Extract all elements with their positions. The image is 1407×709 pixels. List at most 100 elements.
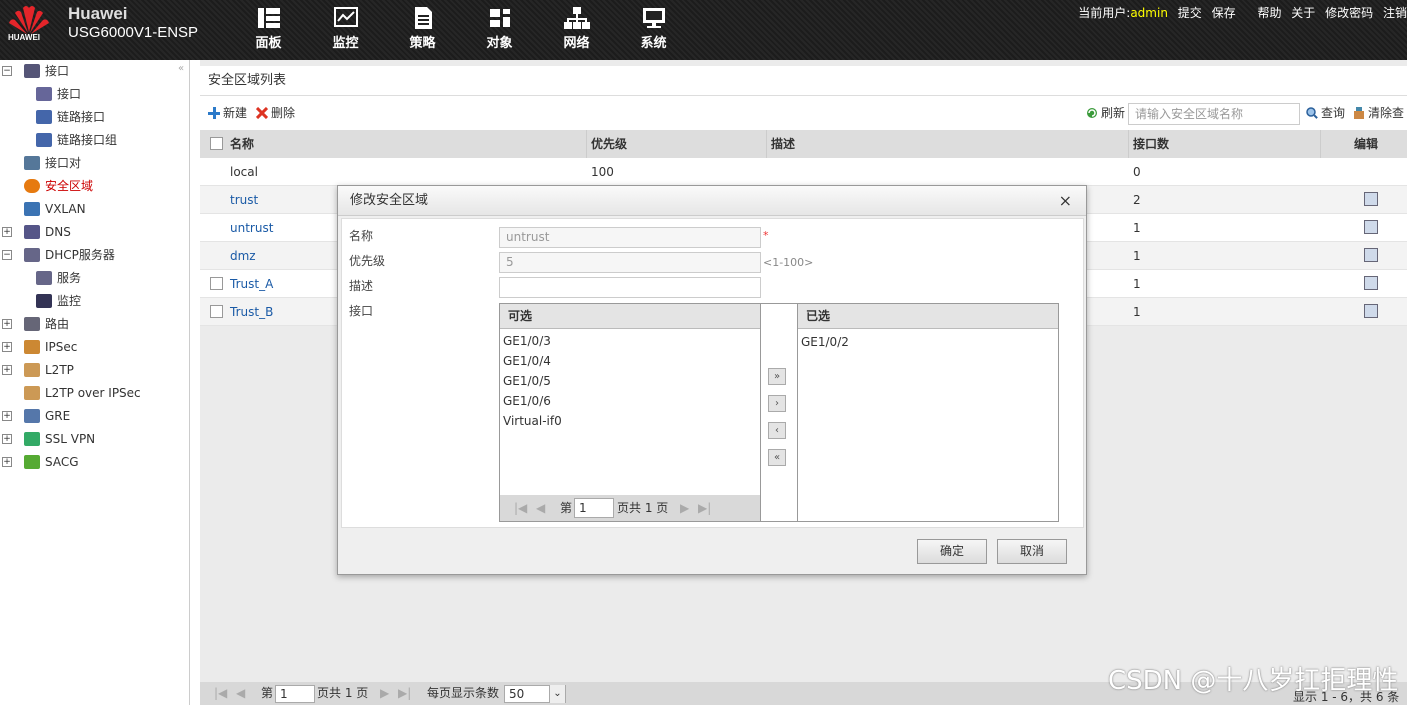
col-priority[interactable]: 优先级 bbox=[586, 130, 627, 158]
sidebar-item[interactable]: 监控 bbox=[0, 290, 190, 313]
expand-icon[interactable]: + bbox=[2, 227, 12, 237]
move-left-button[interactable]: ‹ bbox=[768, 422, 786, 439]
logout-link[interactable]: 注销 bbox=[1383, 6, 1407, 20]
expand-icon[interactable]: + bbox=[2, 319, 12, 329]
delete-button[interactable]: 删除 bbox=[256, 104, 295, 121]
query-button[interactable]: 查询 bbox=[1306, 104, 1345, 121]
page-number-input[interactable]: 1 bbox=[275, 685, 315, 703]
sidebar-item[interactable]: 链路接口 bbox=[0, 106, 190, 129]
sidebar-item[interactable]: + GRE bbox=[0, 405, 190, 428]
sidebar-item-label: GRE bbox=[45, 409, 71, 423]
sidebar-item[interactable]: 接口 bbox=[0, 83, 190, 106]
delete-label: 删除 bbox=[271, 106, 296, 120]
zone-name[interactable]: dmz bbox=[230, 242, 256, 269]
save-link[interactable]: 保存 bbox=[1212, 6, 1236, 20]
zone-name[interactable]: trust bbox=[230, 186, 258, 213]
sidebar-item[interactable]: + 路由 bbox=[0, 313, 190, 336]
zone-name[interactable]: untrust bbox=[230, 214, 273, 241]
table-row[interactable]: local 100 0 bbox=[200, 158, 1407, 186]
last-page-icon[interactable]: ▶| bbox=[698, 495, 711, 521]
sidebar-item[interactable]: 服务 bbox=[0, 267, 190, 290]
page-prefix: 第 bbox=[560, 501, 573, 515]
row-checkbox[interactable] bbox=[210, 305, 223, 318]
col-name[interactable]: 名称 bbox=[230, 130, 254, 158]
sidebar-item[interactable]: VXLAN bbox=[0, 198, 190, 221]
next-page-icon[interactable]: ▶ bbox=[380, 682, 389, 705]
sidebar-item[interactable]: + SACG bbox=[0, 451, 190, 474]
sidebar-item[interactable]: 接口对 bbox=[0, 152, 190, 175]
prev-page-icon[interactable]: ◀ bbox=[236, 682, 245, 705]
per-page-label: 每页显示条数 bbox=[427, 686, 500, 700]
sidebar-collapse-handle[interactable]: « bbox=[178, 63, 184, 74]
col-description[interactable]: 描述 bbox=[766, 130, 795, 158]
system-icon bbox=[642, 8, 665, 28]
available-interface-item[interactable]: GE1/0/6 bbox=[500, 391, 760, 411]
sidebar-item[interactable]: + SSL VPN bbox=[0, 428, 190, 451]
expand-icon[interactable]: + bbox=[2, 457, 12, 467]
expand-icon[interactable]: + bbox=[2, 342, 12, 352]
expand-icon[interactable]: + bbox=[2, 365, 12, 375]
nav-monitor[interactable]: 监控 bbox=[307, 6, 384, 51]
sidebar-item[interactable]: 链路接口组 bbox=[0, 129, 190, 152]
move-all-left-button[interactable]: « bbox=[768, 449, 786, 466]
gre-icon bbox=[24, 409, 40, 423]
available-interface-item[interactable]: Virtual-if0 bbox=[500, 411, 760, 431]
priority-label: 优先级 bbox=[349, 254, 386, 268]
move-all-right-button[interactable]: » bbox=[768, 368, 786, 385]
per-page-select[interactable]: 50 ⌄ bbox=[504, 685, 566, 703]
about-link[interactable]: 关于 bbox=[1291, 6, 1315, 20]
nav-system[interactable]: 系统 bbox=[615, 6, 692, 51]
description-field[interactable] bbox=[499, 277, 761, 298]
nav-policy[interactable]: 策略 bbox=[384, 6, 461, 51]
cancel-button[interactable]: 取消 bbox=[997, 539, 1067, 564]
last-page-icon[interactable]: ▶| bbox=[398, 682, 411, 705]
selected-interface-item[interactable]: GE1/0/2 bbox=[798, 332, 1058, 352]
close-icon[interactable]: × bbox=[1059, 186, 1072, 216]
sidebar-item[interactable]: + DNS bbox=[0, 221, 190, 244]
col-interface-count[interactable]: 接口数 bbox=[1128, 130, 1169, 158]
row-checkbox[interactable] bbox=[210, 277, 223, 290]
first-page-icon[interactable]: |◀ bbox=[514, 495, 527, 521]
help-link[interactable]: 帮助 bbox=[1257, 6, 1281, 20]
first-page-icon[interactable]: |◀ bbox=[214, 682, 227, 705]
page-suffix: 页共 1 页 bbox=[617, 501, 669, 515]
zone-search-input[interactable]: 请输入安全区域名称 bbox=[1128, 103, 1300, 125]
sidebar-item[interactable]: − 接口 bbox=[0, 60, 190, 83]
logo-text: HUAWEI bbox=[8, 33, 40, 42]
sidebar-item[interactable]: + IPSec bbox=[0, 336, 190, 359]
submit-link[interactable]: 提交 bbox=[1178, 6, 1202, 20]
ok-button[interactable]: 确定 bbox=[917, 539, 987, 564]
nav-dashboard[interactable]: 面板 bbox=[230, 6, 307, 51]
edit-icon[interactable] bbox=[1364, 276, 1378, 290]
available-interface-item[interactable]: GE1/0/4 bbox=[500, 351, 760, 371]
clear-button[interactable]: 清除查 bbox=[1353, 104, 1404, 121]
sidebar-item[interactable]: − DHCP服务器 bbox=[0, 244, 190, 267]
available-interface-item[interactable]: GE1/0/3 bbox=[500, 331, 760, 351]
expand-icon[interactable]: + bbox=[2, 411, 12, 421]
nav-object[interactable]: 对象 bbox=[461, 6, 538, 51]
expand-icon[interactable]: + bbox=[2, 434, 12, 444]
edit-icon[interactable] bbox=[1364, 248, 1378, 262]
zone-name[interactable]: Trust_B bbox=[230, 298, 273, 325]
list-page-input[interactable]: 1 bbox=[574, 498, 614, 518]
sacg-shield-icon bbox=[24, 455, 40, 469]
edit-icon[interactable] bbox=[1364, 304, 1378, 318]
prev-page-icon[interactable]: ◀ bbox=[536, 495, 545, 521]
move-right-button[interactable]: › bbox=[768, 395, 786, 412]
zone-name[interactable]: Trust_A bbox=[230, 270, 273, 297]
nav-network[interactable]: 网络 bbox=[538, 6, 615, 51]
refresh-button[interactable]: 刷新 bbox=[1086, 104, 1125, 121]
available-interface-item[interactable]: GE1/0/5 bbox=[500, 371, 760, 391]
edit-icon[interactable] bbox=[1364, 220, 1378, 234]
edit-icon[interactable] bbox=[1364, 192, 1378, 206]
change-password-link[interactable]: 修改密码 bbox=[1325, 6, 1373, 20]
collapse-icon[interactable]: − bbox=[2, 66, 12, 76]
sidebar-item[interactable]: L2TP over IPSec bbox=[0, 382, 190, 405]
select-all-checkbox[interactable] bbox=[210, 137, 223, 150]
object-icon bbox=[489, 9, 510, 27]
sidebar-item[interactable]: 安全区域 bbox=[0, 175, 190, 198]
sidebar-item[interactable]: + L2TP bbox=[0, 359, 190, 382]
collapse-icon[interactable]: − bbox=[2, 250, 12, 260]
next-page-icon[interactable]: ▶ bbox=[680, 495, 689, 521]
new-button[interactable]: 新建 bbox=[208, 104, 247, 121]
